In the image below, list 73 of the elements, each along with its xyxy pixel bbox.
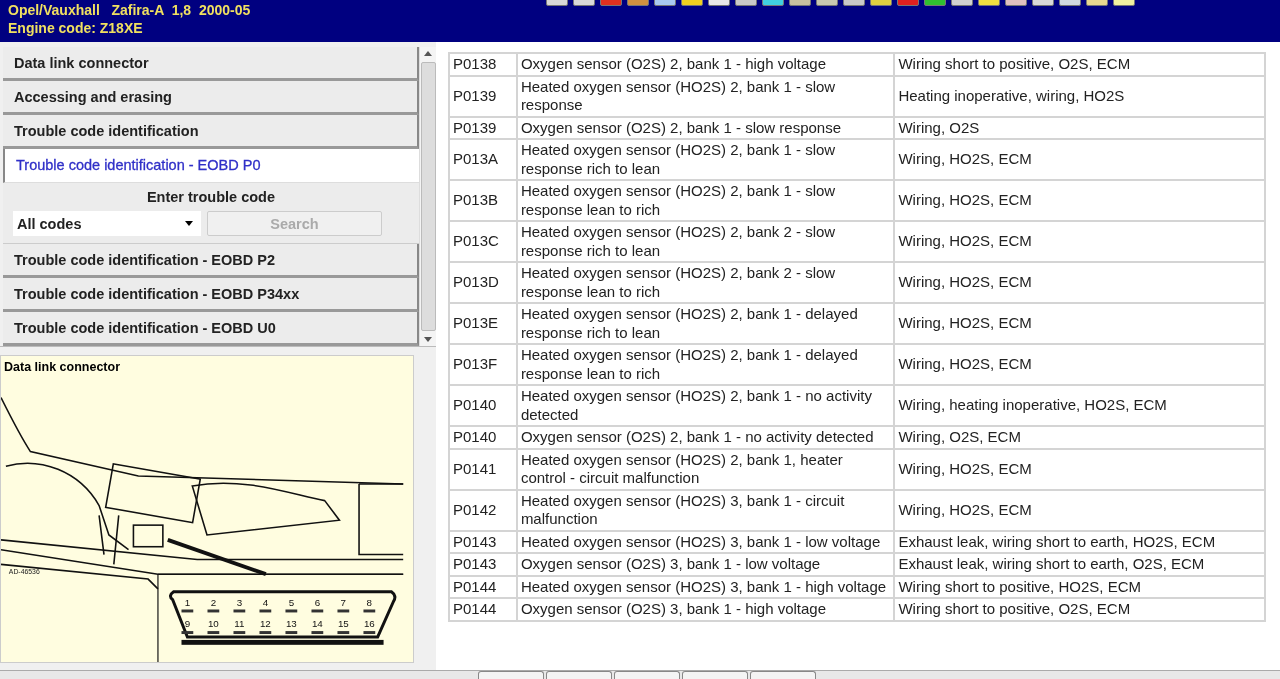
table-cell: Heated oxygen sensor (HO2S) 2, bank 1 - delayed response lean to rich	[516, 344, 895, 385]
table-cell: Wiring short to positive, O2S, ECM	[894, 598, 1265, 621]
table-cell: P013F	[449, 344, 517, 385]
table-cell: Heated oxygen sensor (HO2S) 2, bank 1 - no activity detected	[516, 385, 895, 426]
bottom-tab[interactable]	[682, 671, 748, 679]
bottom-tab[interactable]	[614, 671, 680, 679]
table-cell: Oxygen sensor (O2S) 3, bank 1 - high voltage	[516, 598, 895, 621]
table-cell: Wiring, O2S	[894, 116, 1265, 139]
table-cell: Wiring, HO2S, ECM	[894, 448, 1265, 490]
table-cell: Heated oxygen sensor (HO2S) 2, bank 2 - slow response lean to rich	[516, 262, 895, 303]
table-cell: P0144	[449, 575, 517, 598]
table-cell: P013C	[449, 221, 517, 262]
table-cell: P0144	[449, 598, 517, 621]
table-cell: P013A	[449, 139, 517, 180]
table-cell: Heated oxygen sensor (HO2S) 3, bank 1 - high voltage	[516, 575, 895, 598]
nav-item[interactable]: Trouble code identification - EOBD U0	[3, 312, 419, 346]
figure-title: Data link connector	[3, 359, 121, 376]
dropdown-caret-icon	[185, 221, 193, 226]
table-cell: Oxygen sensor (O2S) 2, bank 1 - slow response	[516, 116, 895, 139]
nav-item[interactable]: Trouble code identification	[3, 115, 419, 149]
scroll-down-icon[interactable]	[424, 337, 432, 342]
table-cell: P0139	[449, 75, 517, 117]
bottom-tab[interactable]	[750, 671, 816, 679]
nav-item[interactable]: Trouble code identification - EOBD P0	[3, 149, 419, 183]
scrollbar[interactable]	[419, 47, 436, 346]
table-cell: Heated oxygen sensor (HO2S) 3, bank 1 - circuit malfunction	[516, 489, 895, 531]
table-cell: Wiring, HO2S, ECM	[894, 221, 1265, 262]
table-cell: P0141	[449, 448, 517, 490]
table-cell: P013E	[449, 303, 517, 344]
table-cell: Oxygen sensor (O2S) 2, bank 1 - no activity detected	[516, 426, 895, 449]
table-cell: Exhaust leak, wiring short to earth, O2S, ECM	[894, 553, 1265, 576]
table-cell: P0140	[449, 426, 517, 449]
table-cell: Wiring, HO2S, ECM	[894, 262, 1265, 303]
vehicle-title: Opel/Vauxhall Zafira-A 1,8 2000-05	[8, 1, 252, 19]
table-cell: Wiring short to positive, HO2S, ECM	[894, 575, 1265, 598]
table-cell: Wiring, HO2S, ECM	[894, 139, 1265, 180]
table-cell: Heated oxygen sensor (HO2S) 2, bank 1 - delayed response rich to lean	[516, 303, 895, 344]
table-cell: Wiring short to positive, O2S, ECM	[894, 53, 1265, 76]
table-cell: Heated oxygen sensor (HO2S) 2, bank 1 - slow response rich to lean	[516, 139, 895, 180]
table-cell: Oxygen sensor (O2S) 3, bank 1 - low voltage	[516, 553, 895, 576]
scroll-up-icon[interactable]	[424, 51, 432, 56]
table-cell: Wiring, O2S, ECM	[894, 426, 1265, 449]
bottom-tab[interactable]	[546, 671, 612, 679]
engine-code: Engine code: Z18XE	[8, 19, 144, 37]
table-cell: Wiring, HO2S, ECM	[894, 344, 1265, 385]
connector-pinout-drawing: 1 2 3 4 5 6 7 8 9 10 11 12 13 14 15 16	[157, 573, 404, 663]
table-cell: P0138	[449, 53, 517, 76]
table-cell: P0140	[449, 385, 517, 426]
table-cell: Wiring, HO2S, ECM	[894, 303, 1265, 344]
table-cell: P013D	[449, 262, 517, 303]
table-cell: P0142	[449, 489, 517, 531]
table-cell: Wiring, HO2S, ECM	[894, 489, 1265, 531]
table-cell: P013B	[449, 180, 517, 221]
table-cell: Heated oxygen sensor (HO2S) 2, bank 2 - slow response rich to lean	[516, 221, 895, 262]
table-cell: P0139	[449, 116, 517, 139]
search-title: Enter trouble code	[145, 189, 277, 205]
bottom-tab[interactable]	[478, 671, 544, 679]
table-cell: Wiring, heating inoperative, HO2S, ECM	[894, 385, 1265, 426]
table-cell: P0143	[449, 530, 517, 553]
table-cell: Oxygen sensor (O2S) 2, bank 1 - high voltage	[516, 53, 895, 76]
table-cell: Wiring, HO2S, ECM	[894, 180, 1265, 221]
table-cell: P0143	[449, 553, 517, 576]
table-cell: Heated oxygen sensor (HO2S) 2, bank 1 - slow response	[516, 75, 895, 117]
nav-item[interactable]: Data link connector	[3, 47, 419, 81]
nav-item[interactable]: Accessing and erasing	[3, 81, 419, 115]
nav-item[interactable]: Trouble code identification - EOBD P34xx	[3, 278, 419, 312]
table-cell: Heated oxygen sensor (HO2S) 2, bank 1 - slow response lean to rich	[516, 180, 895, 221]
code-filter-dropdown[interactable]: All codes	[13, 211, 201, 236]
table-cell: Heated oxygen sensor (HO2S) 2, bank 1, heater control - circuit malfunction	[516, 448, 895, 490]
table-cell: Exhaust leak, wiring short to earth, HO2S, ECM	[894, 530, 1265, 553]
table-cell: Heated oxygen sensor (HO2S) 3, bank 1 - low voltage	[516, 530, 895, 553]
table-cell: Heating inoperative, wiring, HO2S	[894, 75, 1265, 117]
nav-item[interactable]: Trouble code identification - EOBD P2	[3, 244, 419, 278]
